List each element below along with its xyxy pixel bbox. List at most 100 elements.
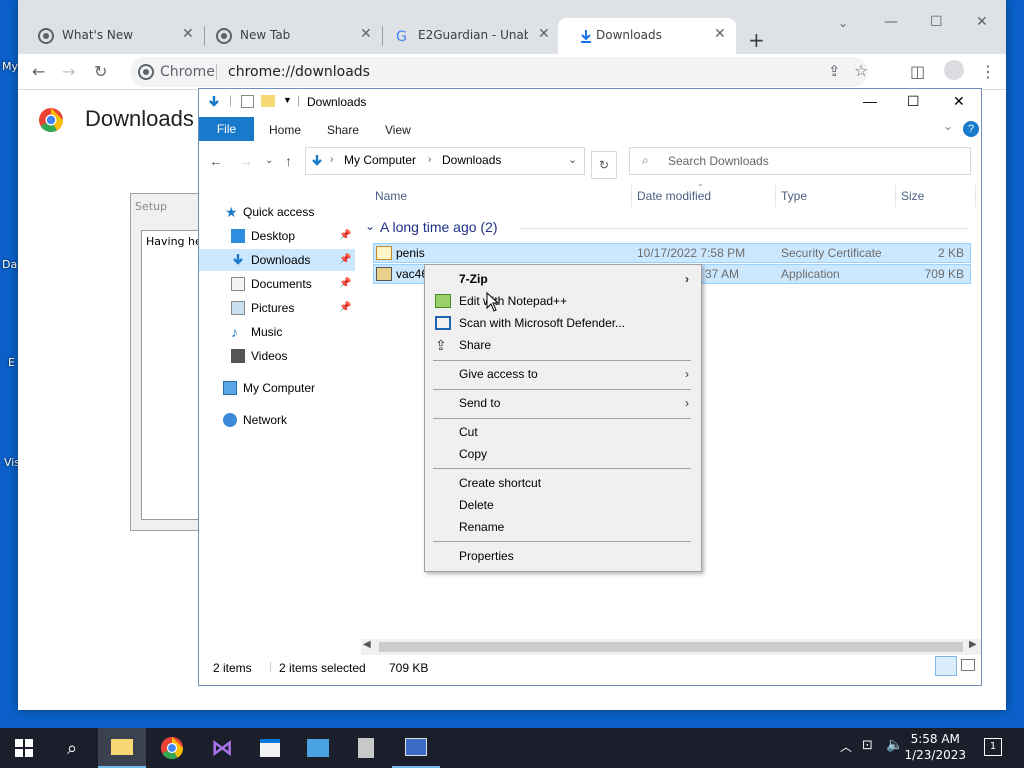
star-icon[interactable]: ☆ (854, 61, 868, 80)
menu-item-create-shortcut[interactable]: Create shortcut (427, 472, 699, 494)
menu-item-7zip[interactable]: 7-Zip › (427, 268, 699, 290)
breadcrumb-chevron-icon[interactable]: › (330, 154, 333, 165)
file-row[interactable]: penis 10/17/2022 7:58 PM Security Certif… (373, 243, 971, 263)
menu-item-edit-notepad[interactable]: Edit with Notepad++ (427, 290, 699, 312)
qat-dropdown-icon[interactable]: ▼ (283, 95, 292, 105)
close-icon[interactable]: ✕ (714, 26, 726, 42)
help-icon[interactable]: ? (963, 121, 979, 137)
breadcrumb-my-computer[interactable]: My Computer (344, 153, 416, 167)
forward-icon[interactable]: → (62, 62, 75, 81)
minimize-button[interactable]: — (884, 14, 898, 30)
menu-item-send-to[interactable]: Send to › (427, 392, 699, 414)
nav-network[interactable]: Network (199, 409, 355, 431)
tab-new-tab[interactable]: New Tab ✕ (196, 18, 382, 54)
file-tab[interactable]: File (199, 117, 254, 141)
forward-icon[interactable]: → (239, 153, 253, 169)
menu-item-cut[interactable]: Cut (427, 421, 699, 443)
archive-app-icon[interactable] (342, 728, 390, 768)
maximize-button[interactable]: ☐ (930, 14, 943, 30)
maximize-button[interactable]: ☐ (907, 93, 920, 110)
breadcrumb-downloads[interactable]: Downloads (442, 153, 501, 167)
group-header[interactable]: A long time ago (2) (380, 219, 498, 235)
ribbon-tab-home[interactable]: Home (269, 123, 301, 137)
nav-pictures[interactable]: Pictures 📌 (199, 297, 355, 319)
desktop-icon-label[interactable]: E (8, 356, 15, 369)
tab-search-icon[interactable]: ⌄ (838, 16, 848, 30)
tab-whats-new[interactable]: What's New ✕ (18, 18, 204, 54)
search-icon[interactable]: ⌕ (48, 728, 96, 768)
clock[interactable]: 5:58 AM 1/23/2023 (904, 731, 966, 763)
properties-check-icon[interactable] (241, 95, 254, 108)
nav-documents[interactable]: Documents 📌 (199, 273, 355, 295)
nav-videos[interactable]: Videos (199, 345, 355, 367)
new-folder-icon[interactable] (261, 95, 275, 107)
large-icons-view-icon[interactable] (961, 659, 975, 671)
close-window-button[interactable]: ✕ (953, 93, 965, 110)
videos-icon (231, 349, 245, 363)
close-icon[interactable]: ✕ (538, 26, 550, 42)
address-bar[interactable]: › My Computer › Downloads ⌄ (305, 147, 585, 175)
menu-item-give-access[interactable]: Give access to › (427, 363, 699, 385)
file-name: penis (396, 246, 425, 260)
ribbon-tab-share[interactable]: Share (327, 123, 359, 137)
nav-music[interactable]: ♪ Music (199, 321, 355, 343)
menu-item-defender[interactable]: Scan with Microsoft Defender... (427, 312, 699, 334)
desktop-icon-label[interactable]: Da (2, 258, 17, 271)
details-view-icon[interactable] (935, 656, 957, 676)
breadcrumb-chevron-icon[interactable]: › (428, 154, 431, 165)
share-icon[interactable]: ⇪ (828, 62, 841, 80)
omnibox[interactable]: Chrome chrome://downloads ⇪ ☆ (130, 57, 868, 87)
menu-item-copy[interactable]: Copy (427, 443, 699, 465)
menu-item-delete[interactable]: Delete (427, 494, 699, 516)
chevron-up-icon[interactable]: ︿ (840, 738, 852, 755)
address-dropdown-icon[interactable]: ⌄ (568, 153, 577, 166)
omnibox-url[interactable]: chrome://downloads (228, 64, 370, 80)
group-collapse-icon[interactable]: ⌄ (365, 219, 375, 233)
tab-downloads[interactable]: Downloads ✕ (558, 18, 736, 54)
scrollbar-thumb[interactable] (379, 642, 963, 652)
ribbon-tab-view[interactable]: View (385, 123, 411, 137)
network-tray-icon[interactable]: ⊡ (862, 738, 873, 753)
up-icon[interactable]: ↑ (285, 153, 292, 169)
nav-desktop[interactable]: Desktop 📌 (199, 225, 355, 247)
column-header-name[interactable]: Name (375, 189, 407, 203)
visual-studio-icon[interactable]: ⋈ (198, 728, 246, 768)
menu-icon[interactable]: ⋮ (980, 62, 996, 81)
expand-ribbon-icon[interactable]: ⌄ (943, 119, 953, 133)
column-header-size[interactable]: Size (901, 189, 924, 203)
minimize-button[interactable]: — (863, 93, 877, 109)
chrome-taskbar-icon[interactable] (148, 728, 196, 768)
close-icon[interactable]: ✕ (182, 26, 194, 42)
store-icon[interactable] (246, 728, 294, 768)
horizontal-scrollbar[interactable]: ◀ ▶ (361, 639, 981, 655)
close-icon[interactable]: ✕ (360, 26, 372, 42)
scroll-right-icon[interactable]: ▶ (969, 639, 977, 650)
menu-item-rename[interactable]: Rename (427, 516, 699, 538)
close-window-button[interactable]: ✕ (976, 14, 988, 30)
profile-avatar-icon[interactable] (944, 60, 964, 80)
new-tab-button[interactable]: + (748, 22, 778, 58)
search-input[interactable]: ⌕ Search Downloads (629, 147, 971, 175)
tab-e2guardian[interactable]: G E2Guardian - Unable ✕ (374, 18, 560, 54)
menu-item-share[interactable]: ⇪ Share (427, 334, 699, 356)
nav-my-computer[interactable]: My Computer (199, 377, 355, 399)
notification-center-icon[interactable]: 1 (984, 738, 1002, 756)
column-header-date[interactable]: Date modified (637, 189, 711, 203)
refresh-icon[interactable]: ↻ (591, 151, 617, 179)
app-icon[interactable] (294, 728, 342, 768)
volume-icon[interactable]: 🔈 (886, 737, 903, 753)
desktop-icon-label[interactable]: My (2, 60, 18, 73)
file-explorer-taskbar-icon[interactable] (98, 728, 146, 768)
menu-item-properties[interactable]: Properties (427, 545, 699, 567)
back-icon[interactable]: ← (32, 62, 45, 81)
side-panel-icon[interactable]: ◫ (910, 62, 925, 81)
setup-app-taskbar-icon[interactable] (392, 728, 440, 768)
nav-downloads[interactable]: Downloads 📌 (199, 249, 355, 271)
start-button[interactable] (0, 728, 48, 768)
scroll-left-icon[interactable]: ◀ (363, 639, 371, 650)
recent-locations-icon[interactable]: ⌄ (265, 155, 273, 166)
back-icon[interactable]: ← (209, 153, 223, 169)
column-header-type[interactable]: Type (781, 189, 807, 203)
reload-icon[interactable]: ↻ (94, 62, 107, 81)
nav-quick-access[interactable]: ★ Quick access (199, 201, 355, 223)
